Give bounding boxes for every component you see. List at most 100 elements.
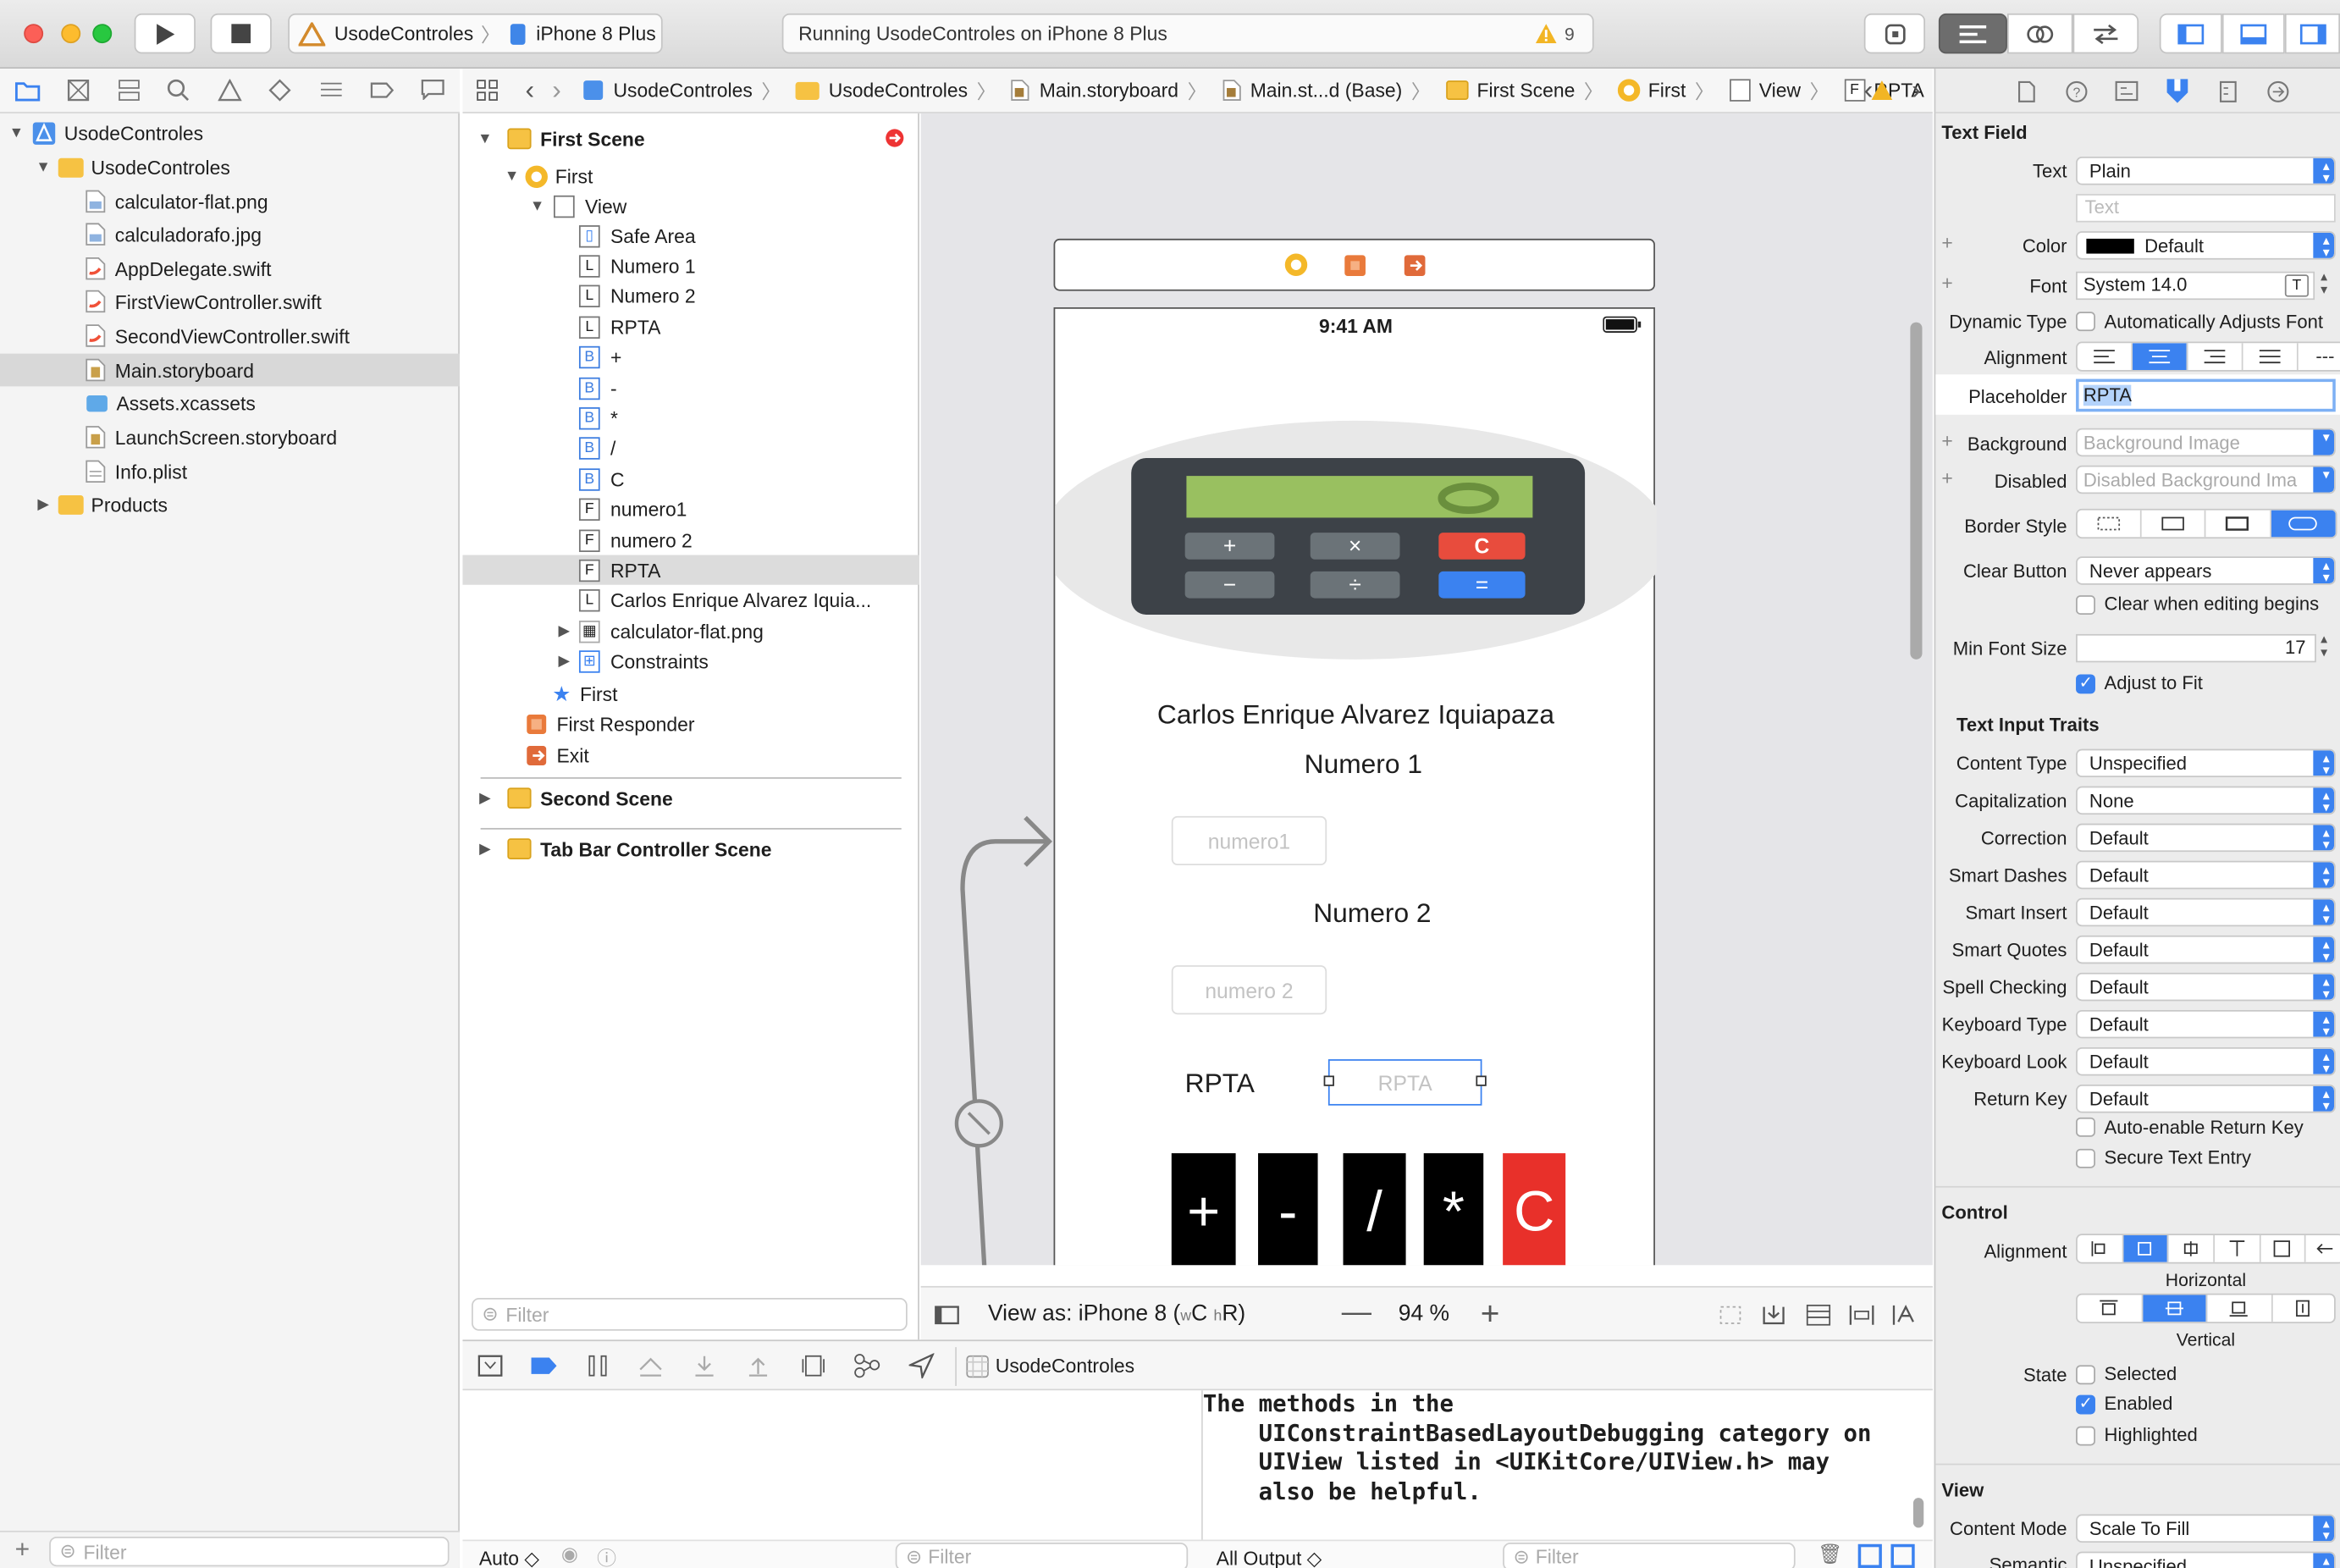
disclosure-open-icon[interactable]: ▼ [501,168,522,184]
add-variation-icon[interactable]: + [1941,467,1952,489]
semantic-popup[interactable]: Unspecified ▴▾ [2076,1551,2336,1568]
console-filter-input[interactable]: ⊜ Filter [1503,1543,1796,1568]
embed-in-icon[interactable] [1761,1304,1786,1326]
canvas-vertical-scrollbar[interactable] [1910,322,1923,660]
toggle-debug-button[interactable] [2221,13,2285,54]
outline-second-scene[interactable]: ▶ Second Scene [475,783,673,813]
clear-button[interactable]: C [1503,1153,1566,1266]
text-alignment-control[interactable]: --- [2076,341,2340,372]
outline-item[interactable]: B- [554,373,617,403]
version-editor-button[interactable] [2072,13,2139,54]
navigator-item[interactable]: SecondViewController.swift [0,319,460,352]
connections-inspector-icon[interactable] [2267,80,2289,102]
memory-graph-icon[interactable] [853,1353,880,1378]
outline-first-item[interactable]: ★ First [552,679,617,709]
v-align-center[interactable] [2142,1295,2208,1322]
jump-bar-crumb[interactable]: Main.st...d (Base) 〉 [1222,76,1439,104]
minimize-window-button[interactable] [61,24,81,44]
color-popup[interactable]: Default ▴ ▾ [2076,231,2336,260]
source-control-icon[interactable] [67,79,90,102]
auto-enable-return-checkbox[interactable] [2076,1117,2095,1137]
outline-item[interactable]: B + [554,343,621,373]
numero1-field[interactable]: numero1 [1171,815,1327,866]
trait-popup[interactable]: Default ▴ ▾ [2076,823,2336,853]
disclosure-closed-icon[interactable]: ▶ [554,623,575,639]
jump-bar-crumb[interactable]: View 〉 [1729,76,1838,104]
disclosure-closed-icon[interactable]: ▶ [33,496,54,512]
min-font-size-stepper[interactable]: ▴ ▾ [2321,632,2327,660]
content-mode-popup[interactable]: Scale To Fill ▴ ▾ [2076,1514,2336,1543]
clear-editing-checkbox[interactable] [2076,595,2095,615]
multiply-button[interactable]: * [1423,1153,1484,1266]
outline-view[interactable]: ▼ View [527,191,626,221]
breakpoints-active-icon[interactable] [530,1356,558,1376]
align-center-option[interactable] [2133,343,2188,371]
outline-item[interactable]: L Carlos Enrique Alvarez Iquia... [554,586,871,616]
resolve-issues-icon[interactable] [1892,1304,1918,1326]
adjust-to-fit-checkbox[interactable] [2076,673,2095,694]
highlighted-checkbox[interactable] [2076,1426,2095,1446]
debug-navigator-icon[interactable] [319,80,343,100]
trait-popup[interactable]: Default ▴ ▾ [2076,860,2336,890]
h-align-center[interactable] [2122,1235,2169,1262]
storyboard-canvas[interactable]: 9:41 AM + × C − ÷ = Carlos Enrique Alvar… [920,113,1933,1266]
clear-button-popup[interactable]: Never appears ▴ ▾ [2076,556,2336,585]
stop-button[interactable] [210,13,272,54]
error-icon[interactable] [885,129,904,148]
dynamic-type-checkbox[interactable] [2076,312,2095,332]
secure-entry-checkbox[interactable] [2076,1148,2095,1168]
variables-filter-input[interactable]: ⊜ Filter [895,1543,1189,1568]
attributes-inspector-icon[interactable] [2166,78,2189,105]
trait-popup[interactable]: Default ▴ ▾ [2076,1009,2336,1039]
trash-icon[interactable]: 🗑 [1818,1543,1842,1566]
v-align-top[interactable] [2078,1295,2143,1322]
identity-inspector-icon[interactable] [2115,80,2139,102]
trait-popup[interactable]: Default ▴ ▾ [2076,972,2336,1002]
variables-scope-selector[interactable]: Auto ◇ [479,1547,539,1568]
variables-view-toggle[interactable] [1857,1543,1882,1568]
minus-button[interactable]: - [1258,1153,1318,1266]
trait-popup[interactable]: Default ▴ ▾ [2076,935,2336,964]
jump-warning-icon[interactable] [1871,80,1893,101]
forward-arrow-icon[interactable]: › [552,75,561,106]
pause-icon[interactable] [588,1355,610,1377]
file-inspector-icon[interactable] [2017,80,2035,102]
vertical-alignment-control[interactable] [2076,1293,2336,1323]
navigator-item[interactable]: ▼ UsodeControles [0,116,460,149]
divide-button[interactable]: / [1343,1153,1406,1266]
run-button[interactable] [134,13,196,54]
jump-bar-crumb[interactable]: UsodeControles 〉 [795,76,1005,104]
disabled-image-combo[interactable]: Disabled Background Ima ▾ [2076,465,2336,494]
dock-exit-icon[interactable] [1403,254,1427,278]
outline-filter-input[interactable]: ⊜ Filter [472,1298,908,1331]
outline-item[interactable]: ▯ Safe Area [554,221,696,251]
trait-popup[interactable]: Default ▴ ▾ [2076,1046,2336,1076]
h-align-left[interactable] [2078,1235,2123,1262]
font-picker-icon[interactable]: T [2284,274,2310,297]
navigator-item[interactable]: ▼ UsodeControles [0,151,460,184]
size-inspector-icon[interactable] [2219,80,2237,102]
disclosure-open-icon[interactable]: ▼ [475,130,496,146]
toggle-navigator-button[interactable] [2159,13,2222,54]
navigator-item[interactable]: AppDelegate.swift [0,252,460,285]
outline-item[interactable]: L Numero 2 [554,282,696,312]
step-over-icon[interactable] [638,1355,662,1377]
align-icon[interactable] [1849,1304,1874,1326]
related-items-icon[interactable] [476,79,498,101]
jump-bar-crumb[interactable]: UsodeControles 〉 [582,76,789,104]
stack-view-icon[interactable] [1806,1304,1831,1326]
console-view-toggle[interactable] [1890,1543,1915,1568]
search-icon[interactable] [167,79,190,101]
jump-bar-crumb[interactable]: First Scene 〉 [1445,76,1612,104]
folder-icon[interactable] [14,79,41,102]
outline-first-scene[interactable]: ▼ First Scene [475,124,645,153]
zoom-in-icon[interactable]: + [1481,1295,1500,1334]
rpta-field[interactable]: RPTA [1327,1059,1482,1106]
text-type-popup[interactable]: Plain ▴ ▾ [2076,157,2336,185]
location-icon[interactable] [908,1353,935,1379]
disclosure-open-icon[interactable]: ▼ [6,124,27,141]
border-bezel-option[interactable] [2205,510,2271,538]
zoom-out-icon[interactable]: — [1342,1296,1371,1331]
navigator-item[interactable]: LaunchScreen.storyboard [0,421,460,454]
jump-bar-crumb[interactable]: First 〉 [1618,76,1724,104]
